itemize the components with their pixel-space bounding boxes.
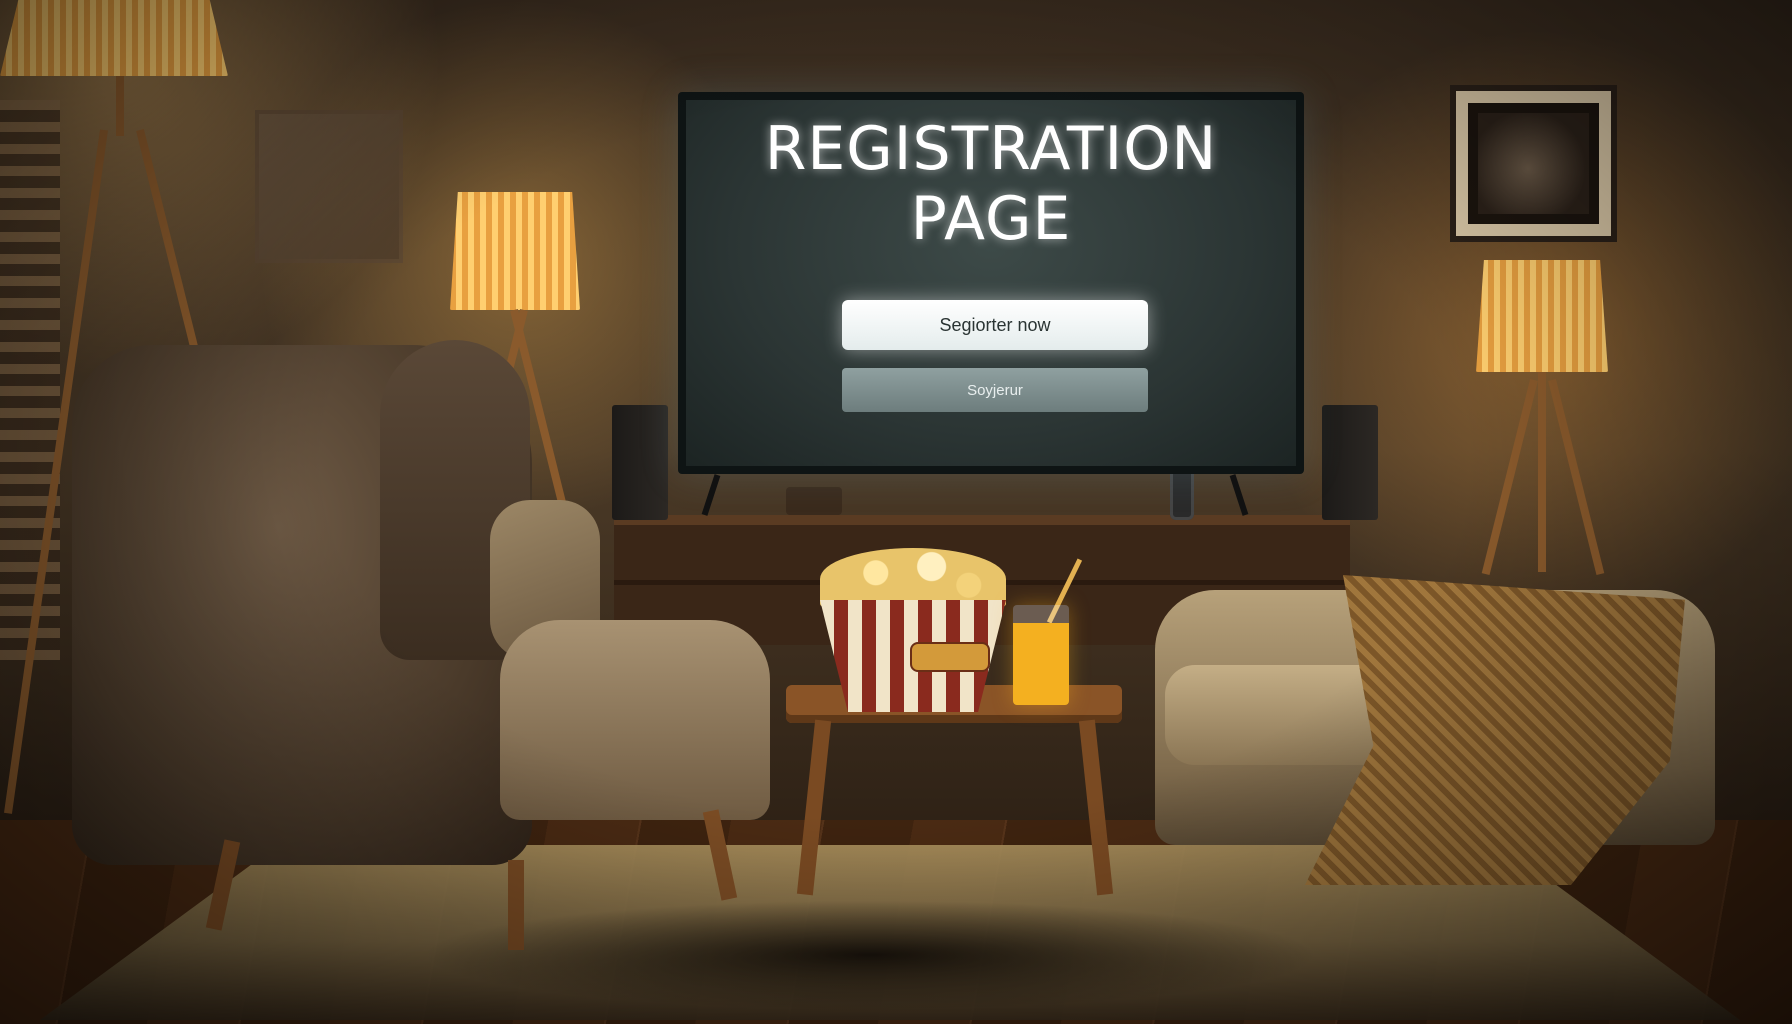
armchair-arm: [500, 620, 770, 820]
living-room-scene: REGISTRATION PAGE Segiorter now Soyjerur: [0, 0, 1792, 1024]
floor-lamp-icon: [0, 0, 228, 76]
secondary-button[interactable]: Soyjerur: [842, 368, 1148, 412]
window-blinds: [0, 100, 60, 660]
media-device: [786, 487, 842, 515]
wall-art-left: [255, 110, 403, 263]
television: REGISTRATION PAGE Segiorter now Soyjerur: [678, 92, 1304, 474]
speaker-right: [1322, 405, 1378, 520]
juice-glass-icon: [1013, 605, 1069, 705]
table-lamp-icon: [450, 192, 580, 310]
floor-lamp-right-icon: [1476, 260, 1608, 372]
speaker-left: [612, 405, 668, 520]
framed-picture: [1450, 85, 1617, 242]
registration-screen: REGISTRATION PAGE Segiorter now Soyjerur: [686, 100, 1296, 466]
page-title: REGISTRATION PAGE: [764, 114, 1218, 254]
floor-lamp-pole: [116, 76, 124, 136]
popcorn-bowl-label: [910, 642, 990, 672]
register-now-button[interactable]: Segiorter now: [842, 300, 1148, 350]
